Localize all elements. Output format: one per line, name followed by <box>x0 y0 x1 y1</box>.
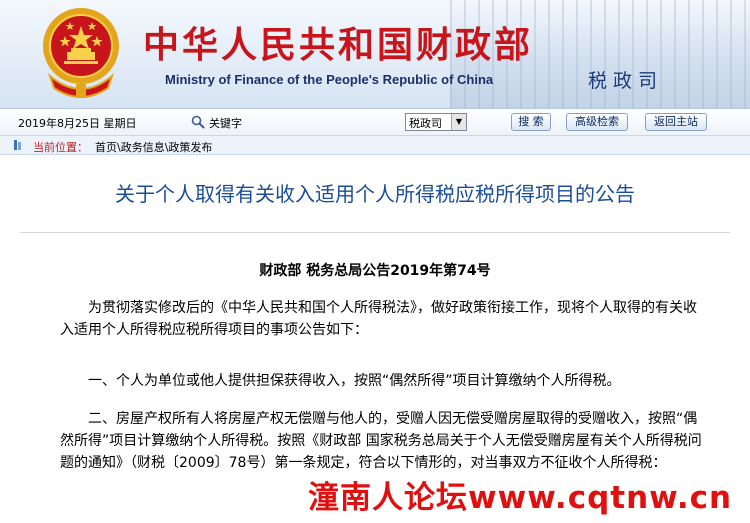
search-button[interactable]: 搜 索 <box>511 113 551 131</box>
site-banner: 中华人民共和国财政部 Ministry of Finance of the Pe… <box>0 0 750 108</box>
article-title: 关于个人取得有关收入适用个人所得税应税所得项目的公告 <box>115 182 635 206</box>
document-number: 财政部 税务总局公告2019年第74号 <box>259 263 491 279</box>
keyword-input[interactable]: 关键字 <box>209 115 242 131</box>
return-home-button[interactable]: 返回主站 <box>645 113 707 131</box>
search-icon <box>191 115 205 129</box>
current-date: 2019年8月25日 星期日 <box>18 117 137 130</box>
divider <box>20 232 730 233</box>
breadcrumb-path[interactable]: 首页\政务信息\政策发布 <box>95 139 212 155</box>
bullet-icon <box>14 140 21 150</box>
breadcrumb-label: 当前位置： <box>33 141 88 154</box>
department-select-value: 税政司 <box>409 117 442 130</box>
article-paragraph: 为贯彻落实修改后的《中华人民共和国个人所得税法》，做好政策衔接工作，现将个人取得… <box>60 300 697 338</box>
department-select[interactable]: 税政司 ▼ <box>405 113 467 131</box>
ministry-title-en: Ministry of Finance of the People's Repu… <box>165 72 494 87</box>
ministry-title-cn: 中华人民共和国财政部 <box>143 25 534 66</box>
chevron-down-icon[interactable]: ▼ <box>451 114 466 130</box>
forum-watermark: 潼南人论坛www.cqtnw.cn <box>308 480 733 516</box>
advanced-search-button[interactable]: 高级检索 <box>566 113 628 131</box>
article-paragraph: 二、房屋产权所有人将房屋产权无偿赠与他人的，受赠人因无偿受赠房屋取得的受赠收入，… <box>60 411 702 471</box>
article-paragraph: 一、个人为单位或他人提供担保获得收入，按照“偶然所得”项目计算缴纳个人所得税。 <box>88 373 621 389</box>
national-emblem-icon <box>43 8 119 98</box>
department-name: 税政司 <box>588 70 664 92</box>
breadcrumb: 当前位置： 首页\政务信息\政策发布 <box>0 136 750 155</box>
search-toolbar: 2019年8月25日 星期日 关键字 税政司 ▼ 搜 索 高级检索 返回主站 <box>0 108 750 136</box>
